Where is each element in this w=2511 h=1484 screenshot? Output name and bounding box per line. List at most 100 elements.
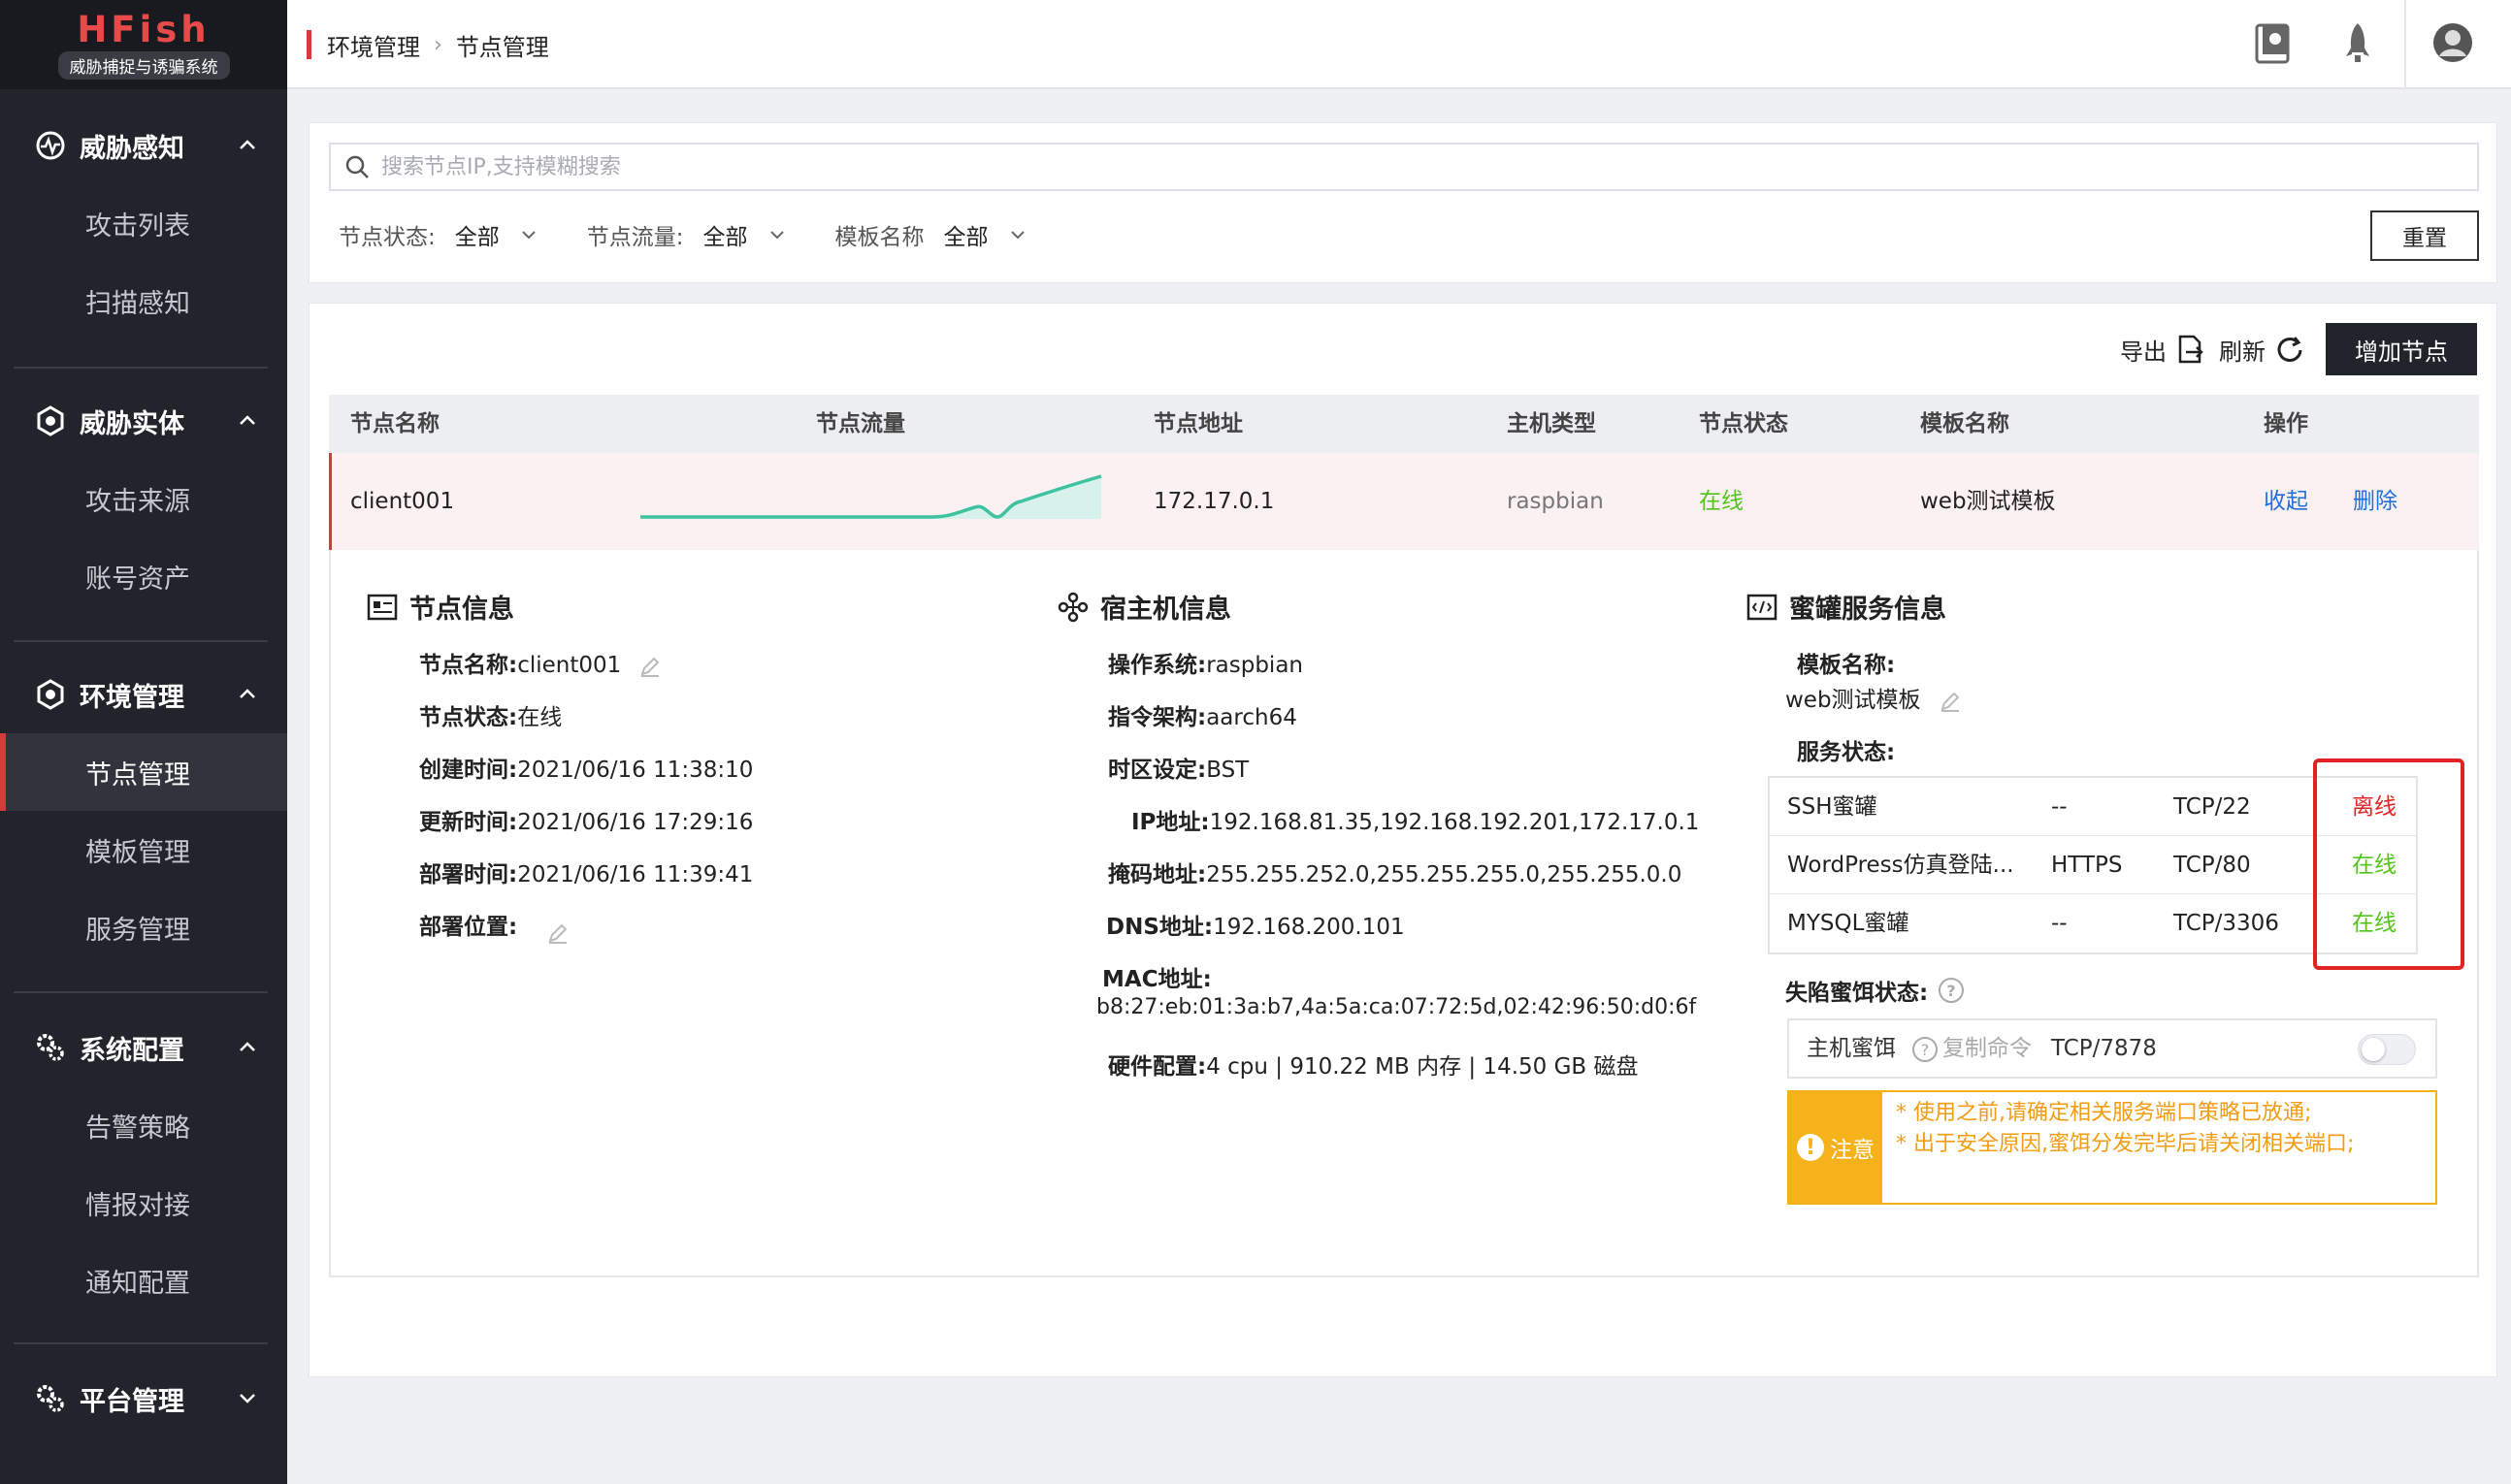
host-info-arch: 指令架构:aarch64 [1108,698,1297,731]
field-key: 时区设定: [1108,758,1207,783]
nav-head-system-config[interactable]: 系统配置 [0,1009,287,1086]
app-title: HFish [77,8,211,50]
traffic-sparkline [640,474,1102,519]
col-header-traffic: 节点流量 [816,411,905,436]
breadcrumb-accent [307,30,311,59]
nav-head-label: 系统配置 [80,1035,184,1066]
chevron-up-icon [240,689,255,698]
export-file-icon [2178,335,2203,364]
field-key: 掩码地址: [1108,862,1207,887]
nav-item-account-assets[interactable]: 账号资产 [0,537,287,615]
filter-value: 全部 [454,225,500,250]
edit-pencil-icon[interactable] [546,921,570,945]
nav-item-template-management[interactable]: 模板管理 [0,811,287,888]
row-node-status: 在线 [1699,489,1744,514]
host-info-ip: IP地址:192.168.81.35,192.168.192.201,172.1… [1131,803,1699,836]
help-circle-icon[interactable]: ? [1938,977,1965,1004]
user-avatar-icon[interactable] [2431,19,2474,66]
nav-item-attack-list[interactable]: 攻击列表 [0,184,287,262]
col-header-template: 模板名称 [1920,411,2009,436]
service-port: TCP/3306 [2173,911,2279,936]
rocket-icon[interactable] [2336,19,2379,66]
network-nodes-icon [1058,592,1089,622]
honeypot-info-title-text: 蜜罐服务信息 [1789,595,1946,625]
app-logo[interactable]: HFish 威胁捕捉与诱骗系统 [0,0,287,89]
host-info-mac-value: b8:27:eb:01:3a:b7,4a:5a:ca:07:72:5d,02:4… [1096,995,1697,1019]
filter-label: 模板名称 [834,225,925,250]
bait-toggle[interactable] [2358,1034,2416,1065]
field-value: 192.168.81.35,192.168.192.201,172.17.0.1 [1209,810,1700,835]
nav-item-intel-integration[interactable]: 情报对接 [0,1164,287,1242]
refresh-button[interactable]: 刷新 [2219,333,2306,367]
node-info-location: 部署位置: [419,908,570,945]
hexagon-icon [37,405,64,436]
nav-head-threat-entity[interactable]: 威胁实体 [0,382,287,460]
reset-button[interactable]: 重置 [2370,210,2479,261]
svg-text:?: ? [1947,982,1956,1000]
service-port: TCP/80 [2173,853,2251,878]
copy-command-link[interactable]: 复制命令 [1942,1020,2032,1077]
service-proto: -- [2051,794,2068,820]
topbar-divider [2404,0,2406,89]
node-info-name: 节点名称:client001 [419,646,662,679]
filter-node-status[interactable]: 节点状态: 全部 [339,218,538,251]
nav-group-threat-entity: 威胁实体 攻击来源 账号资产 [0,382,287,615]
host-info-os: 操作系统:raspbian [1108,646,1303,679]
host-info-dns: DNS地址:192.168.200.101 [1106,908,1405,941]
field-value: BST [1206,758,1250,783]
host-info-timezone: 时区设定:BST [1108,751,1249,784]
app-subtitle: 威胁捕捉与诱骗系统 [57,50,230,80]
table-row[interactable]: client001 172.17.0.1 raspbian 在线 web测试模板… [329,453,2479,550]
search-box [329,143,2479,191]
sidebar: HFish 威胁捕捉与诱骗系统 威胁感知 攻击列表 扫描感知 威胁实体 攻击来源… [0,0,287,1484]
field-value: 255.255.252.0,255.255.255.0,255.255.0.0 [1206,862,1682,887]
toolbar-actions: 导出 刷新 增加节点 [2120,323,2477,375]
nav-head-label: 平台管理 [80,1386,184,1417]
notice-box: ! 注意 * 使用之前,请确定相关服务端口策略已放通; * 出于安全原因,蜜饵分… [1787,1090,2437,1205]
service-port: TCP/22 [2173,794,2251,820]
chevron-down-icon [522,231,536,240]
field-value: 2021/06/16 11:38:10 [517,758,754,783]
manual-book-icon[interactable] [2251,19,2294,66]
filter-node-traffic[interactable]: 节点流量: 全部 [587,218,787,251]
search-icon [345,155,369,178]
notice-line: * 使用之前,请确定相关服务端口策略已放通; [1896,1101,2312,1125]
nav-head-threat-perception[interactable]: 威胁感知 [0,107,287,184]
notice-line: * 出于安全原因,蜜饵分发完毕后请关闭相关端口; [1896,1132,2355,1156]
nav-divider [14,991,268,993]
nav-item-scan-perception[interactable]: 扫描感知 [0,262,287,339]
nav-item-node-management[interactable]: 节点管理 [0,733,287,811]
nav-item-attack-source[interactable]: 攻击来源 [0,460,287,537]
refresh-icon [2277,337,2302,362]
help-circle-icon[interactable]: ? [1911,1036,1939,1063]
nav-item-notification-config[interactable]: 通知配置 [0,1242,287,1319]
filter-bar: 节点状态: 全部 节点流量: 全部 模板名称 全部 [339,218,1076,251]
delete-link[interactable]: 删除 [2353,453,2397,550]
nav-head-platform-management[interactable]: 平台管理 [0,1360,287,1437]
bait-status-label: 失陷蜜饵状态: ? [1785,974,1965,1007]
filter-template-name[interactable]: 模板名称 全部 [835,218,1027,251]
search-input[interactable] [381,154,2322,179]
export-button[interactable]: 导出 [2120,333,2203,367]
collapse-link[interactable]: 收起 [2264,453,2308,550]
nav-head-env-management[interactable]: 环境管理 [0,656,287,733]
col-header-node-name: 节点名称 [350,411,440,436]
gears-icon [37,1385,64,1412]
field-key: 部署时间: [419,862,518,887]
row-template-name: web测试模板 [1920,489,2056,514]
hexagon-icon [37,679,64,710]
code-window-icon [1746,594,1777,620]
id-card-icon [367,594,398,620]
nav-group-threat-perception: 威胁感知 攻击列表 扫描感知 [0,107,287,339]
add-node-button[interactable]: 增加节点 [2326,323,2477,375]
nav-divider [14,367,268,369]
edit-pencil-icon[interactable] [1939,690,1962,713]
nav-item-alert-policy[interactable]: 告警策略 [0,1086,287,1164]
row-node-address: 172.17.0.1 [1154,489,1275,514]
field-value: 4 cpu | 910.22 MB 内存 | 14.50 GB 磁盘 [1206,1054,1639,1080]
chevron-down-icon [1010,231,1025,240]
field-key: 部署位置: [419,915,518,940]
breadcrumb-parent[interactable]: 环境管理 [327,28,420,62]
nav-item-service-management[interactable]: 服务管理 [0,888,287,966]
edit-pencil-icon[interactable] [638,655,662,678]
